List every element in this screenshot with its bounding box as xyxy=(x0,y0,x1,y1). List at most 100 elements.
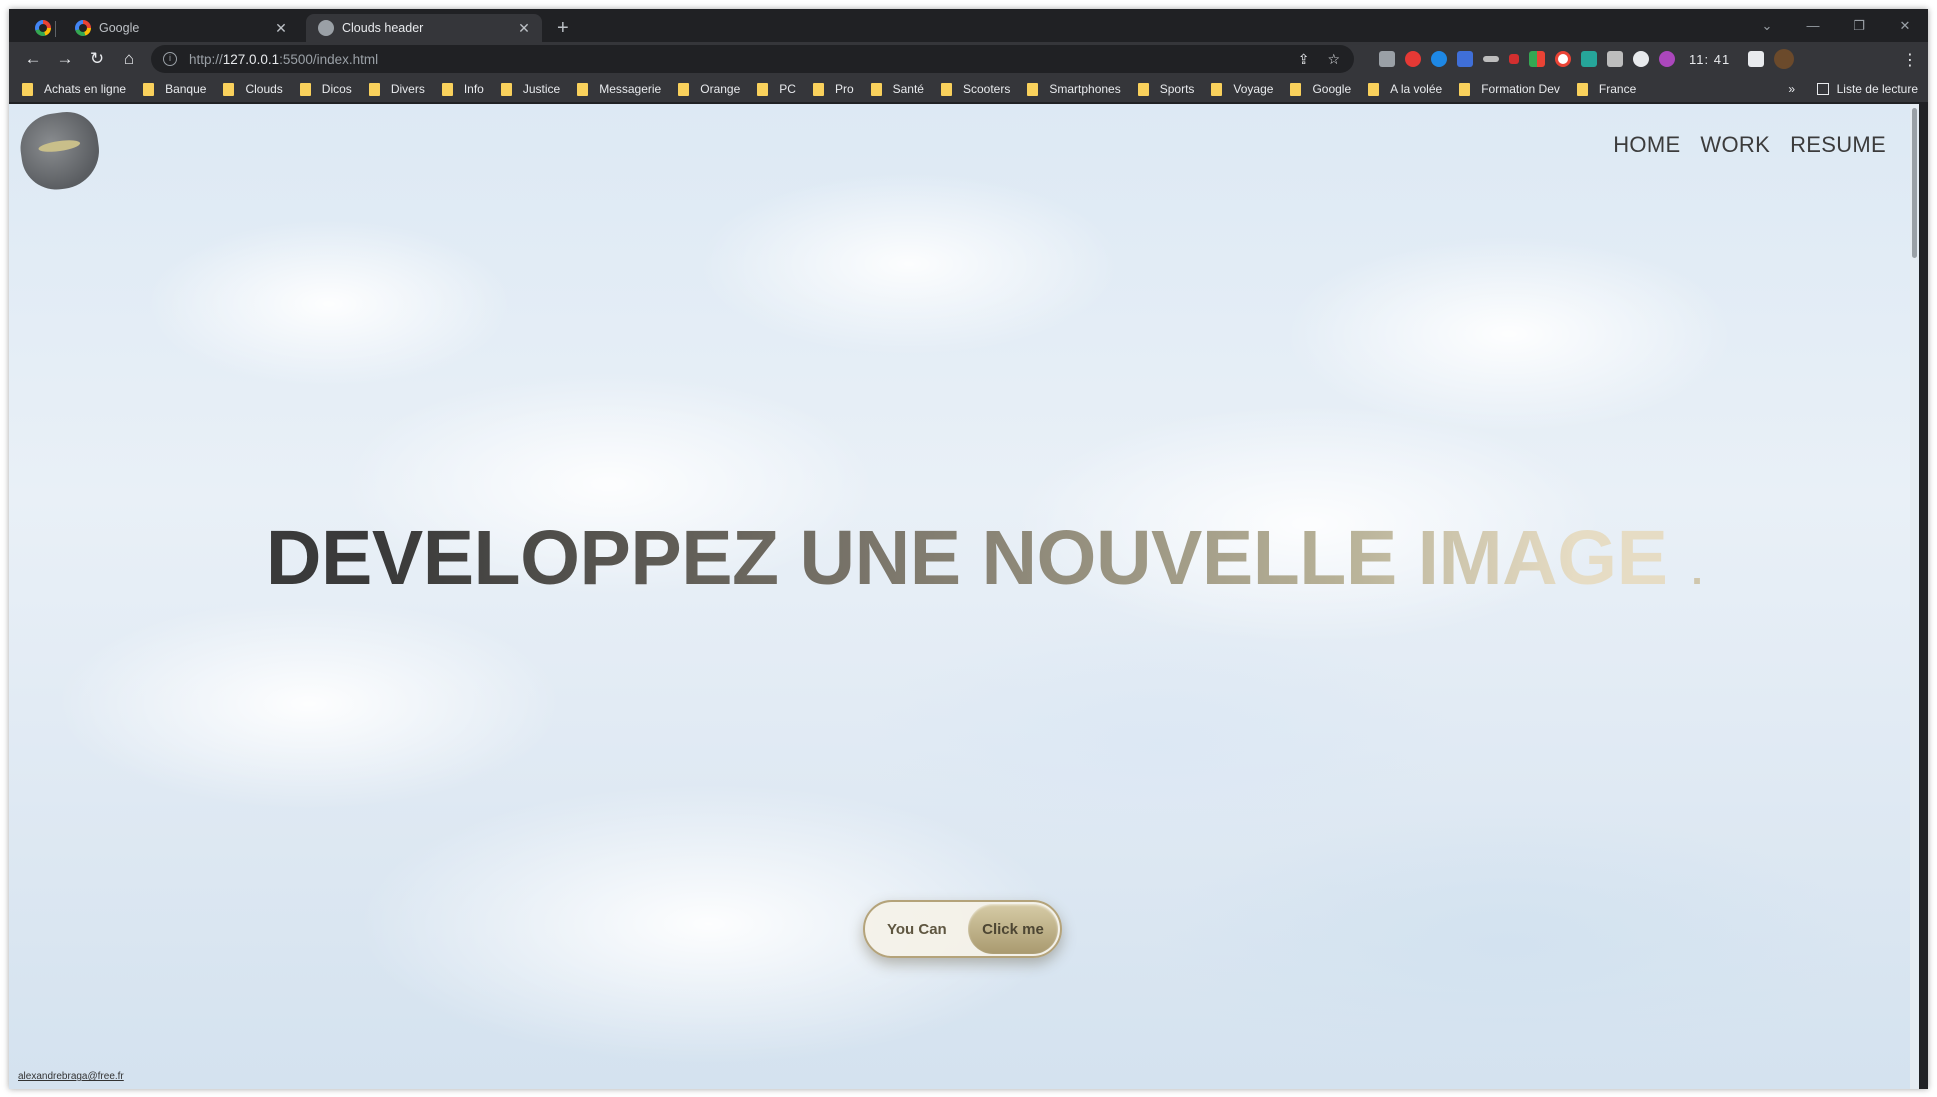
glasses-extension-icon[interactable] xyxy=(1379,51,1395,67)
bookmark-item[interactable]: Voyage xyxy=(1211,82,1273,96)
clock-extension-icon[interactable] xyxy=(1659,51,1675,67)
bookmark-item[interactable]: PC xyxy=(757,82,796,96)
n-extension-icon[interactable] xyxy=(1581,51,1597,67)
tab-clouds-header[interactable]: Clouds header ✕ xyxy=(306,14,542,42)
bookmark-label: Google xyxy=(1312,82,1352,96)
avatar[interactable] xyxy=(1774,49,1795,69)
tool-extension-icon[interactable] xyxy=(1483,56,1499,62)
close-window-button[interactable]: ✕ xyxy=(1882,18,1928,34)
home-icon[interactable]: ⌂ xyxy=(113,49,145,69)
reload-icon[interactable]: ↻ xyxy=(81,49,113,69)
bookmark-star-icon[interactable]: ☆ xyxy=(1327,51,1340,68)
cta-toggle[interactable]: You Can Click me xyxy=(863,900,1062,958)
info-icon[interactable]: i xyxy=(163,52,177,66)
bookmark-item[interactable]: Pro xyxy=(812,82,854,96)
nav-resume-link[interactable]: RESUME xyxy=(1790,132,1886,158)
bookmark-item[interactable]: Messagerie xyxy=(577,82,661,96)
back-icon[interactable]: ← xyxy=(17,49,49,69)
click-me-button[interactable]: Click me xyxy=(968,904,1058,954)
download-extension-icon[interactable] xyxy=(1457,51,1473,67)
restore-button[interactable]: ❐ xyxy=(1836,18,1882,34)
address-url[interactable]: http://127.0.0.1:5500/index.html xyxy=(189,52,378,67)
more-bookmarks-button[interactable]: » xyxy=(1788,82,1795,96)
bookmark-item[interactable]: Santé xyxy=(870,82,924,96)
tab-strip: Google ✕ Clouds header ✕ + ⌄ — ❐ ✕ xyxy=(9,9,1928,42)
blue-extension-icon[interactable] xyxy=(1431,51,1447,67)
folder-icon xyxy=(870,82,882,96)
folder-icon xyxy=(1459,82,1471,96)
tab-separator xyxy=(55,21,56,37)
bookmark-label: Info xyxy=(463,82,484,96)
bookmark-item[interactable]: Scooters xyxy=(940,82,1011,96)
bookmark-item[interactable]: Google xyxy=(1290,82,1351,96)
bookmark-item[interactable]: Achats en ligne xyxy=(22,82,126,96)
tab-pinned-google[interactable] xyxy=(23,14,51,42)
chrome-extension-icon[interactable] xyxy=(1555,51,1571,67)
nav-work-link[interactable]: WORK xyxy=(1700,132,1770,158)
new-tab-button[interactable]: + xyxy=(557,18,569,38)
hero-title-dot: . xyxy=(1691,549,1703,593)
bookmark-item[interactable]: Formation Dev xyxy=(1459,82,1560,96)
minimize-button[interactable]: — xyxy=(1790,18,1836,33)
share-icon[interactable]: ⇪ xyxy=(1298,51,1310,68)
bookmark-item[interactable]: France xyxy=(1576,82,1637,96)
folder-icon xyxy=(299,82,311,96)
page-scrollbar[interactable] xyxy=(1910,104,1919,1089)
bookmark-item[interactable]: Info xyxy=(441,82,484,96)
folder-icon xyxy=(1211,82,1223,96)
folder-icon xyxy=(441,82,453,96)
scrollbar-thumb[interactable] xyxy=(1912,108,1917,258)
folder-icon xyxy=(1137,82,1149,96)
bookmark-item[interactable]: Dicos xyxy=(299,82,352,96)
forward-icon[interactable]: → xyxy=(49,49,81,69)
address-bar[interactable]: i http://127.0.0.1:5500/index.html ⇪ ☆ xyxy=(151,45,1354,73)
bookmark-label: Divers xyxy=(390,82,425,96)
browser-window: Google ✕ Clouds header ✕ + ⌄ — ❐ ✕ ← → ↻… xyxy=(9,9,1928,1089)
bookmark-item[interactable]: A la volée xyxy=(1368,82,1442,96)
bookmark-item[interactable]: Smartphones xyxy=(1027,82,1121,96)
bookmark-item[interactable]: Banque xyxy=(143,82,206,96)
folder-icon xyxy=(678,82,690,96)
bookmark-label: Scooters xyxy=(962,82,1011,96)
close-icon[interactable]: ✕ xyxy=(514,20,534,37)
folder-icon xyxy=(368,82,380,96)
nav-home-link[interactable]: HOME xyxy=(1613,132,1680,158)
bookmark-label: A la volée xyxy=(1390,82,1443,96)
tab-google[interactable]: Google ✕ xyxy=(63,14,299,42)
bookmark-label: Pro xyxy=(834,82,854,96)
hero-title: DEVELOPPEZ UNE NOUVELLE IMAGE. xyxy=(9,514,1919,603)
red-extension-icon[interactable] xyxy=(1509,54,1519,64)
footer-email-link[interactable]: alexandrebraga@free.fr xyxy=(18,1071,124,1082)
bookmark-label: Santé xyxy=(892,82,924,96)
bookmark-item[interactable]: Divers xyxy=(368,82,425,96)
bookmark-item[interactable]: Orange xyxy=(678,82,740,96)
react-extension-icon[interactable] xyxy=(1633,51,1649,67)
folder-icon xyxy=(812,82,824,96)
google-icon xyxy=(35,20,51,36)
bookmark-item[interactable]: Sports xyxy=(1137,82,1195,96)
site-logo[interactable] xyxy=(16,107,104,195)
bookmark-label: France xyxy=(1598,82,1637,96)
folder-icon xyxy=(940,82,952,96)
bookmark-label: Orange xyxy=(700,82,741,96)
tab-search-icon[interactable]: ⌄ xyxy=(1744,18,1790,34)
bookmark-item[interactable]: Clouds xyxy=(223,82,283,96)
reading-list-button[interactable]: Liste de lecture xyxy=(1816,82,1918,96)
bookmark-label: Sports xyxy=(1159,82,1195,96)
menu-icon[interactable]: ⋮ xyxy=(1902,50,1918,70)
web-page: HOME WORK RESUME DEVELOPPEZ UNE NOUVELLE… xyxy=(9,104,1919,1089)
bookmark-label: Messagerie xyxy=(599,82,662,96)
url-scheme: http:// xyxy=(189,51,223,67)
camera-extension-icon[interactable] xyxy=(1607,51,1623,67)
folder-icon xyxy=(1576,82,1588,96)
adblock-extension-icon[interactable] xyxy=(1405,51,1421,67)
google-extension-icon[interactable] xyxy=(1529,51,1545,67)
bookmark-item[interactable]: Justice xyxy=(500,82,560,96)
bookmarks-bar: Achats en ligne Banque Clouds Dicos Dive… xyxy=(9,76,1928,103)
folder-icon xyxy=(500,82,512,96)
puzzle-extensions-icon[interactable] xyxy=(1748,51,1765,67)
close-icon[interactable]: ✕ xyxy=(271,20,291,37)
bookmark-label: Banque xyxy=(165,82,207,96)
time-readout: 11: 41 xyxy=(1689,51,1731,67)
bookmark-label: Clouds xyxy=(245,82,283,96)
